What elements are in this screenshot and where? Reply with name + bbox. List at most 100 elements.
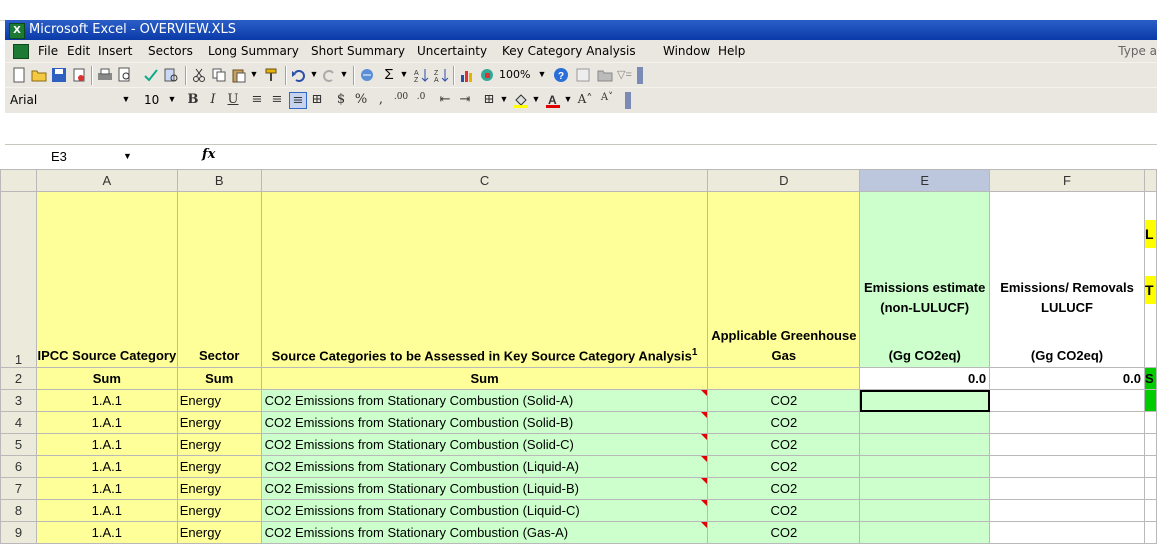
redo-dropdown-arrow[interactable]: ▼ bbox=[337, 66, 351, 83]
menu-sectors[interactable]: Sectors bbox=[148, 44, 193, 58]
cell-greenhouse-gas[interactable]: CO2 bbox=[707, 389, 861, 412]
sum-cell-b[interactable]: Sum bbox=[176, 367, 262, 390]
sort-descending-icon[interactable]: ZA bbox=[433, 67, 449, 83]
cell-greenhouse-gas[interactable]: CO2 bbox=[707, 411, 861, 434]
format-painter-icon[interactable] bbox=[263, 67, 279, 83]
column-header-g[interactable] bbox=[1143, 169, 1157, 192]
cell-ipcc-category[interactable]: 1.A.1 bbox=[35, 499, 178, 522]
cell-source-category[interactable]: CO2 Emissions from Stationary Combustion… bbox=[260, 499, 709, 522]
document-icon[interactable] bbox=[13, 44, 29, 59]
cell-ipcc-category[interactable]: 1.A.1 bbox=[35, 433, 178, 456]
cell-greenhouse-gas[interactable]: CO2 bbox=[707, 477, 861, 500]
borders-icon[interactable]: ⊞ bbox=[481, 92, 497, 107]
cell-source-category[interactable]: CO2 Emissions from Stationary Combustion… bbox=[260, 411, 709, 434]
column-header-c[interactable]: C bbox=[260, 169, 709, 192]
open-icon[interactable] bbox=[31, 67, 47, 83]
cell-emissions-estimate-active[interactable] bbox=[859, 389, 991, 412]
autosum-dropdown-arrow[interactable]: ▼ bbox=[397, 66, 411, 83]
cell-greenhouse-gas[interactable]: CO2 bbox=[707, 499, 861, 522]
print-icon[interactable] bbox=[97, 67, 113, 83]
menu-insert[interactable]: Insert bbox=[98, 44, 132, 58]
align-right-icon[interactable]: ≡ bbox=[289, 92, 307, 109]
cell-column-g[interactable] bbox=[1143, 499, 1157, 522]
fill-color-icon[interactable] bbox=[513, 92, 529, 108]
cell-emissions-lulucf[interactable] bbox=[989, 433, 1145, 456]
table-icon[interactable] bbox=[575, 67, 591, 83]
spelling-icon[interactable] bbox=[143, 67, 159, 83]
borders-dropdown-arrow[interactable]: ▼ bbox=[497, 91, 511, 108]
cell-greenhouse-gas[interactable]: CO2 bbox=[707, 433, 861, 456]
column-header-e[interactable]: E bbox=[859, 169, 991, 192]
cell-source-category[interactable]: CO2 Emissions from Stationary Combustion… bbox=[260, 477, 709, 500]
align-left-icon[interactable]: ≡ bbox=[249, 92, 265, 107]
cell-emissions-estimate[interactable] bbox=[859, 433, 991, 456]
menu-edit[interactable]: Edit bbox=[67, 44, 90, 58]
merge-center-icon[interactable]: ⊞ bbox=[309, 92, 325, 107]
cell-emissions-lulucf[interactable] bbox=[989, 389, 1145, 412]
cell-column-g[interactable] bbox=[1143, 521, 1157, 544]
align-center-icon[interactable]: ≡ bbox=[269, 92, 285, 107]
percent-icon[interactable]: % bbox=[353, 92, 369, 107]
cell-emissions-lulucf[interactable] bbox=[989, 411, 1145, 434]
cell-ipcc-category[interactable]: 1.A.1 bbox=[35, 477, 178, 500]
sum-cell-a[interactable]: Sum bbox=[35, 367, 178, 390]
cell-emissions-lulucf[interactable] bbox=[989, 499, 1145, 522]
row-header[interactable]: 1 bbox=[0, 191, 37, 368]
drawing-icon[interactable] bbox=[479, 67, 495, 83]
cell-column-g[interactable] bbox=[1143, 455, 1157, 478]
comment-indicator-icon[interactable] bbox=[701, 456, 707, 462]
sum-cell-e[interactable]: 0.0 bbox=[859, 367, 991, 390]
comment-indicator-icon[interactable] bbox=[701, 434, 707, 440]
font-size-dropdown-arrow[interactable]: ▼ bbox=[165, 91, 179, 108]
research-icon[interactable] bbox=[163, 67, 179, 83]
cell-ipcc-category[interactable]: 1.A.1 bbox=[35, 411, 178, 434]
toolbar-options-icon[interactable] bbox=[625, 92, 631, 109]
cell-source-category[interactable]: CO2 Emissions from Stationary Combustion… bbox=[260, 433, 709, 456]
new-icon[interactable] bbox=[11, 67, 27, 83]
cell-column-g[interactable] bbox=[1143, 389, 1157, 412]
decrease-indent-icon[interactable]: ⇤ bbox=[437, 92, 453, 107]
bold-icon[interactable]: B bbox=[185, 92, 201, 107]
insert-function-icon[interactable]: fx bbox=[202, 147, 215, 162]
row-header[interactable]: 5 bbox=[0, 433, 37, 456]
font-color-dropdown-arrow[interactable]: ▼ bbox=[561, 91, 575, 108]
cell-emissions-estimate[interactable] bbox=[859, 521, 991, 544]
comment-indicator-icon[interactable] bbox=[701, 478, 707, 484]
cell-emissions-estimate[interactable] bbox=[859, 477, 991, 500]
cell-column-g[interactable] bbox=[1143, 411, 1157, 434]
undo-dropdown-arrow[interactable]: ▼ bbox=[307, 66, 321, 83]
column-header-d[interactable]: D bbox=[707, 169, 861, 192]
cell-emissions-estimate[interactable] bbox=[859, 455, 991, 478]
cell-sector[interactable]: Energy bbox=[176, 521, 262, 544]
header-sector[interactable]: Sector bbox=[176, 191, 262, 368]
type-question-box[interactable]: Type a bbox=[1118, 44, 1157, 58]
row-header[interactable]: 6 bbox=[0, 455, 37, 478]
menu-key-category-analysis[interactable]: Key Category Analysis bbox=[502, 44, 636, 58]
menu-help[interactable]: Help bbox=[718, 44, 745, 58]
cell-emissions-estimate[interactable] bbox=[859, 499, 991, 522]
cell-sector[interactable]: Energy bbox=[176, 389, 262, 412]
paste-dropdown-arrow[interactable]: ▼ bbox=[247, 66, 261, 83]
filter-icon[interactable]: ▽= bbox=[617, 67, 633, 83]
undo-icon[interactable] bbox=[291, 67, 307, 83]
comment-indicator-icon[interactable] bbox=[701, 500, 707, 506]
cell-sector[interactable]: Energy bbox=[176, 411, 262, 434]
menu-window[interactable]: Window bbox=[663, 44, 710, 58]
name-box-dropdown-arrow[interactable]: ▼ bbox=[123, 145, 132, 168]
autosum-icon[interactable]: Σ bbox=[381, 67, 397, 83]
column-header-b[interactable]: B bbox=[176, 169, 262, 192]
header-emissions-removals-lulucf[interactable]: Emissions/ Removals LULUCF (Gg CO2eq) bbox=[989, 191, 1145, 368]
cell-ipcc-category[interactable]: 1.A.1 bbox=[35, 521, 178, 544]
menu-file[interactable]: File bbox=[38, 44, 58, 58]
menu-uncertainty[interactable]: Uncertainty bbox=[417, 44, 487, 58]
cell-source-category[interactable]: CO2 Emissions from Stationary Combustion… bbox=[260, 389, 709, 412]
folder-icon[interactable] bbox=[597, 67, 613, 83]
row-header[interactable]: 7 bbox=[0, 477, 37, 500]
currency-icon[interactable]: $ bbox=[333, 92, 349, 107]
cut-icon[interactable] bbox=[191, 67, 207, 83]
header-applicable-greenhouse-gas[interactable]: Applicable Greenhouse Gas bbox=[707, 191, 861, 368]
grow-font-icon[interactable]: A˄ bbox=[577, 92, 593, 106]
sum-cell-c[interactable]: Sum bbox=[260, 367, 709, 390]
header-emissions-estimate[interactable]: Emissions estimate (non-LULUCF) (Gg CO2eq… bbox=[859, 191, 991, 368]
copy-icon[interactable] bbox=[211, 67, 227, 83]
